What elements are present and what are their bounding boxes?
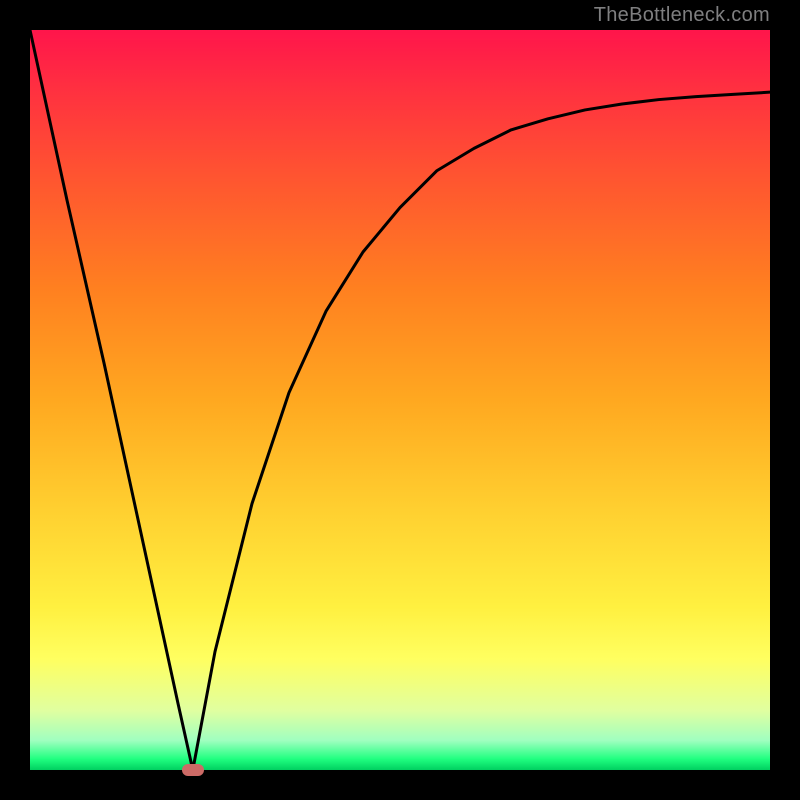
optimal-marker — [182, 764, 204, 776]
watermark-text: TheBottleneck.com — [594, 4, 770, 27]
bottleneck-curve — [30, 30, 770, 770]
plot-area — [30, 30, 770, 770]
chart-container: TheBottleneck.com — [0, 0, 800, 800]
